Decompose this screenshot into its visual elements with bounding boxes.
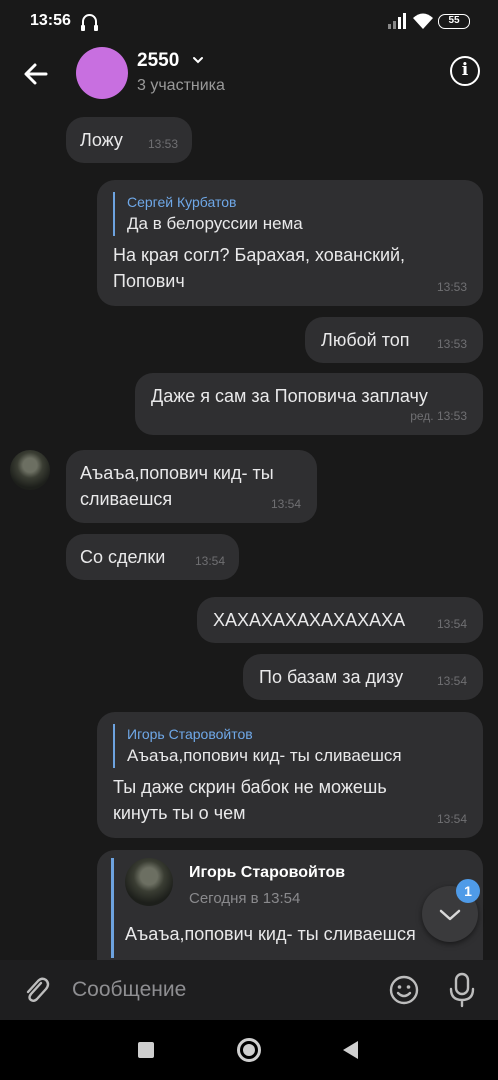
- paperclip-icon[interactable]: [20, 974, 52, 1006]
- message-time: 13:54: [436, 674, 467, 688]
- message-bubble-outgoing[interactable]: Любой топ 13:53: [305, 317, 483, 363]
- forward-accent-line: [111, 858, 114, 958]
- message-text-line: Аъаъа,попович кид- ты: [80, 463, 274, 483]
- message-text-line: кинуть ты о чем: [113, 803, 246, 823]
- message-time: 13:54: [270, 497, 301, 511]
- message-time: 13:53: [436, 337, 467, 351]
- reply-author: Сергей Курбатов: [127, 194, 237, 210]
- microphone-icon[interactable]: [448, 972, 476, 1008]
- message-bubble-incoming[interactable]: Ложу 13:53: [66, 117, 192, 163]
- message-bubble-outgoing[interactable]: ХАХАХАХАХАХАХАХА 13:54: [197, 597, 483, 643]
- message-text: По базам за дизу: [259, 667, 404, 687]
- message-input[interactable]: [72, 972, 372, 1008]
- message-input-bar: [0, 960, 498, 1020]
- chat-header: 2550 3 участника i: [0, 44, 498, 104]
- wifi-icon: [413, 13, 433, 29]
- status-bar: 13:56 55: [0, 0, 498, 44]
- chat-screen: 13:56 55 2550 3 участника i Ложу 13:53 С…: [0, 0, 498, 1080]
- message-bubble-outgoing[interactable]: Игорь Старовойтов Аъаъа,попович кид- ты …: [97, 712, 483, 838]
- chevron-down-icon[interactable]: [192, 54, 204, 66]
- message-text-line: Попович: [113, 271, 185, 291]
- message-text-line: На края согл? Барахая, хованский,: [113, 245, 406, 265]
- reply-text: Да в белоруссии нема: [127, 214, 303, 233]
- battery-icon: 55: [438, 14, 470, 29]
- forward-date: Сегодня в 13:54: [189, 890, 301, 907]
- message-text: ХАХАХАХАХАХАХАХА: [213, 610, 406, 630]
- forward-author-name[interactable]: Игорь Старовойтов: [189, 864, 345, 882]
- nav-back-icon[interactable]: [343, 1041, 358, 1059]
- forward-text: Аъаъа,попович кид- ты сливаешся: [125, 924, 416, 944]
- message-time: 13:53: [147, 137, 178, 151]
- reply-quote[interactable]: Сергей Курбатов Да в белоруссии нема: [113, 192, 467, 236]
- unread-badge: 1: [456, 879, 480, 903]
- reply-quote[interactable]: Игорь Старовойтов Аъаъа,попович кид- ты …: [113, 724, 467, 768]
- status-time: 13:56: [30, 12, 71, 29]
- headset-icon: [81, 14, 98, 31]
- message-time: 13:54: [436, 812, 467, 826]
- forward-author-avatar[interactable]: [125, 858, 173, 906]
- message-bubble-incoming[interactable]: Со сделки 13:54: [66, 534, 239, 580]
- message-bubble-outgoing[interactable]: Сергей Курбатов Да в белоруссии нема На …: [97, 180, 483, 306]
- recent-apps-icon[interactable]: [138, 1042, 154, 1058]
- message-time: 13:54: [436, 617, 467, 631]
- emoji-icon[interactable]: [388, 974, 420, 1006]
- message-text-line: сливаешся: [80, 489, 173, 509]
- message-time: ред. 13:53: [410, 409, 467, 423]
- signal-icon: [388, 13, 406, 29]
- back-arrow-icon[interactable]: [18, 56, 54, 92]
- sender-avatar[interactable]: [10, 450, 50, 490]
- message-text-line: Ты даже скрин бабок не можешь: [113, 777, 387, 797]
- group-avatar[interactable]: [76, 47, 128, 99]
- reply-text: Аъаъа,попович кид- ты сливаешся: [127, 746, 402, 765]
- system-nav-bar: [0, 1020, 498, 1080]
- message-bubble-outgoing[interactable]: Даже я сам за Поповича заплачу ред. 13:5…: [135, 373, 483, 435]
- chat-participants: 3 участника: [137, 77, 225, 94]
- chat-title[interactable]: 2550: [137, 50, 179, 72]
- home-icon[interactable]: [237, 1038, 261, 1062]
- message-bubble-incoming[interactable]: Аъаъа,попович кид- ты сливаешся 13:54: [66, 450, 317, 523]
- message-bubble-outgoing[interactable]: По базам за дизу 13:54: [243, 654, 483, 700]
- info-icon[interactable]: i: [450, 56, 480, 86]
- message-time: 13:53: [436, 280, 467, 294]
- message-time: 13:54: [194, 554, 225, 568]
- reply-author: Игорь Старовойтов: [127, 726, 253, 742]
